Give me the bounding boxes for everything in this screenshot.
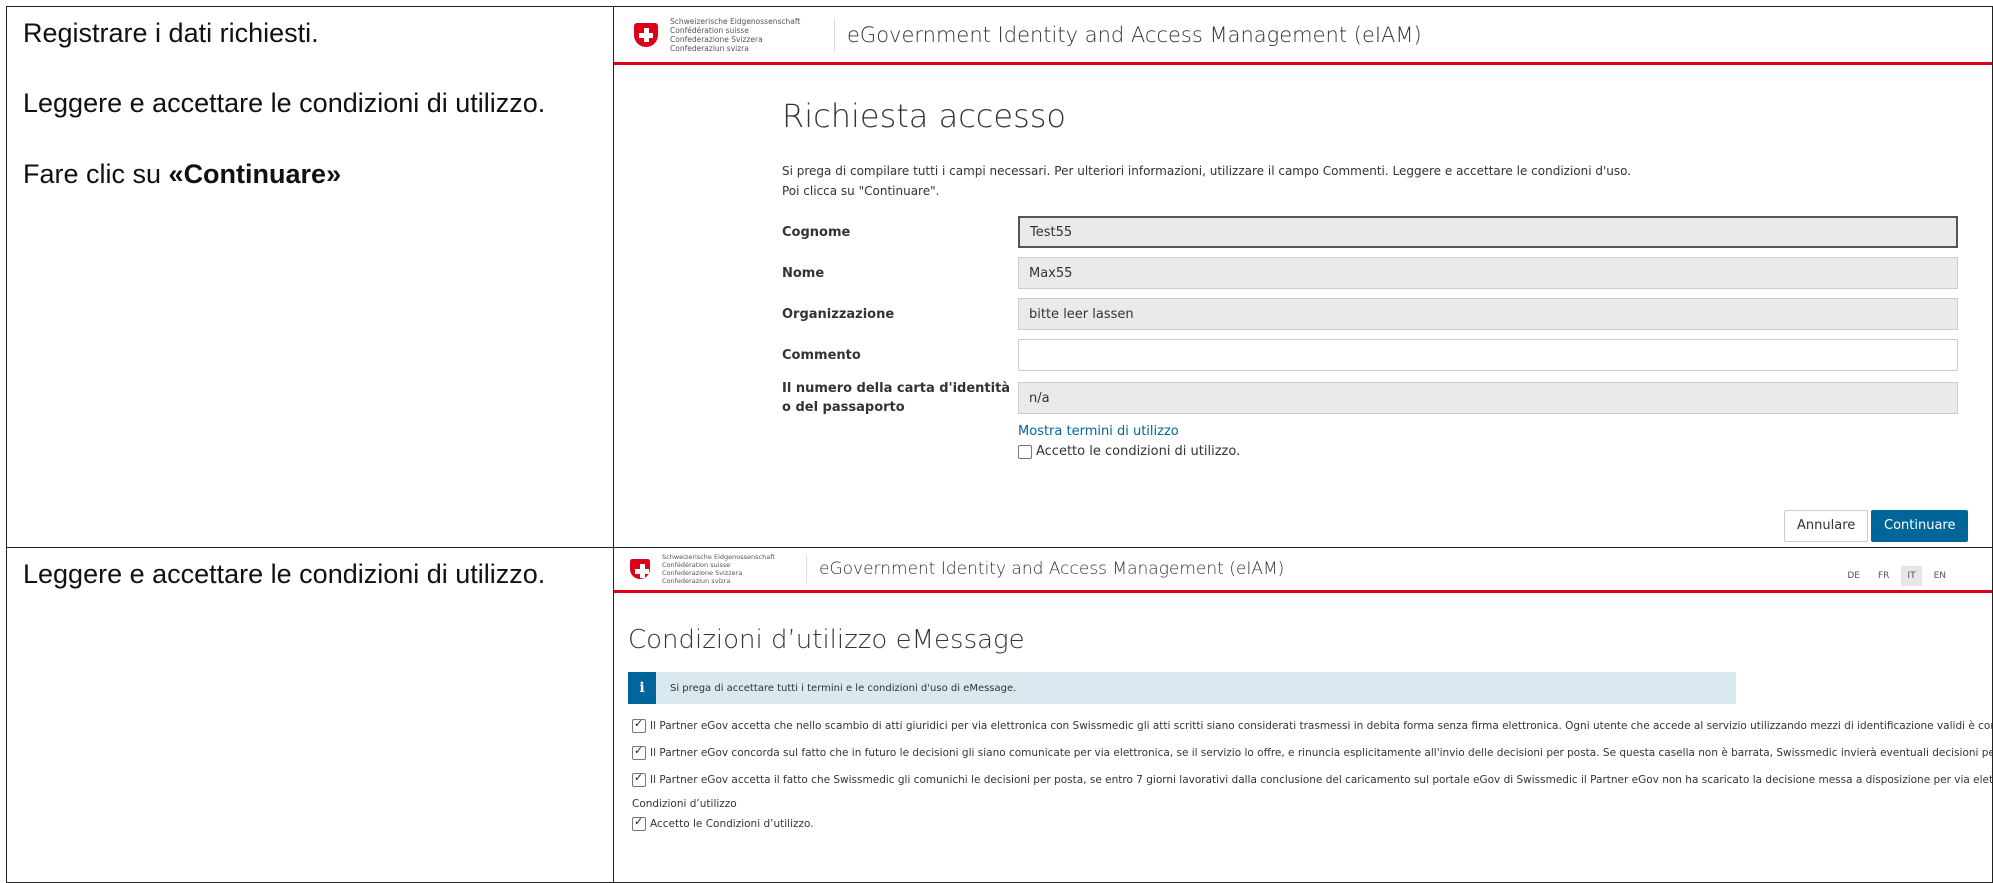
id-number-label: Il numero della carta d'identità o del p… — [782, 381, 1011, 415]
field-row-organization: Organizzazione bitte leer lassen — [782, 297, 1982, 331]
eiam-header: Schweizerische Eidgenossenschaft Confédé… — [614, 8, 1992, 65]
firstname-label: Nome — [782, 265, 825, 281]
cancel-button[interactable]: Annulare — [1784, 510, 1869, 542]
continue-button[interactable]: Continuare — [1871, 510, 1969, 542]
lang-de[interactable]: DE — [1841, 566, 1866, 586]
terms-section: Mostra termini di utilizzo Accetto le co… — [1018, 424, 1982, 459]
screenshot-cell-access-request: Schweizerische Eidgenossenschaft Confédé… — [613, 6, 1993, 548]
app-title: eGovernment Identity and Access Manageme… — [819, 559, 1285, 579]
instruction-cell-2: Leggere e accettare le condizioni di uti… — [6, 547, 614, 883]
header-divider — [806, 555, 807, 583]
surname-input[interactable]: Test55 — [1018, 216, 1958, 248]
info-text: Si prega di accettare tutti i termini e … — [670, 682, 1017, 694]
firstname-input[interactable]: Max55 — [1018, 257, 1958, 289]
organization-input[interactable]: bitte leer lassen — [1018, 298, 1958, 330]
instruction-text: Fare clic su «Continuare» — [23, 158, 342, 189]
info-banner: i Si prega di accettare tutti i termini … — [628, 672, 1736, 704]
accept-terms-row: Accetto le Condizioni d’utilizzo. — [632, 815, 814, 831]
info-icon: i — [628, 672, 656, 704]
condition-item: Il Partner eGov accetta il fatto che Swi… — [632, 771, 1992, 787]
field-row-id-number: Il numero della carta d'identità o del p… — [782, 379, 1982, 417]
id-number-input[interactable]: n/a — [1018, 382, 1958, 414]
field-row-firstname: Nome Max55 — [782, 256, 1982, 290]
access-request-form: Richiesta accesso Si prega di compilare … — [782, 97, 1982, 459]
instruction-cell-1: Registrare i dati richiesti. Leggere e a… — [6, 6, 614, 548]
terms-link[interactable]: Condizioni d’utilizzo — [632, 798, 737, 810]
instruction-text: Leggere e accettare le condizioni di uti… — [23, 88, 546, 119]
accept-terms-checkbox[interactable] — [632, 815, 646, 831]
condition-checkbox[interactable] — [632, 744, 646, 760]
page-title: Richiesta accesso — [782, 97, 1066, 135]
accept-terms-label: Accetto le Condizioni d’utilizzo. — [650, 818, 814, 830]
instruction-text: Registrare i dati richiesti. — [23, 18, 319, 48]
lang-fr[interactable]: FR — [1872, 566, 1895, 586]
swiss-flag-icon — [634, 22, 658, 47]
swiss-flag-icon — [630, 559, 650, 579]
lang-en[interactable]: EN — [1928, 566, 1952, 586]
form-intro: Si prega di compilare tutti i campi nece… — [782, 164, 1632, 198]
confederation-logo-text: Schweizerische Eidgenossenschaft Confédé… — [670, 16, 801, 53]
comment-input[interactable] — [1018, 339, 1958, 371]
lang-it[interactable]: IT — [1901, 566, 1922, 586]
comment-label: Commento — [782, 347, 861, 363]
condition-checkbox[interactable] — [632, 717, 646, 733]
condition-item: Il Partner eGov accetta che nello scambi… — [632, 717, 1992, 733]
header-divider — [834, 17, 835, 52]
instruction-bold: «Continuare» — [168, 158, 342, 189]
condition-checkbox[interactable] — [632, 771, 646, 787]
accept-terms-checkbox[interactable] — [1018, 444, 1032, 459]
surname-label: Cognome — [782, 224, 851, 240]
confederation-logo-text: Schweizerische Eidgenossenschaft Confédé… — [662, 553, 775, 585]
access-request-page: Schweizerische Eidgenossenschaft Confédé… — [614, 8, 1992, 547]
page-title: Condizioni d’utilizzo eMessage — [628, 625, 1025, 655]
field-row-comment: Commento — [782, 338, 1982, 372]
instruction-text: Leggere e accettare le condizioni di uti… — [23, 559, 546, 589]
language-switcher: DE FR IT EN — [1841, 566, 1952, 586]
organization-label: Organizzazione — [782, 306, 895, 322]
eiam-header: Schweizerische Eidgenossenschaft Confédé… — [614, 549, 1992, 593]
terms-page: Schweizerische Eidgenossenschaft Confédé… — [614, 549, 1992, 882]
screenshot-cell-terms: Schweizerische Eidgenossenschaft Confédé… — [613, 547, 1993, 883]
app-title: eGovernment Identity and Access Manageme… — [847, 22, 1422, 47]
accept-terms-row: Accetto le condizioni di utilizzo. — [1018, 444, 1982, 459]
field-row-surname: Cognome Test55 — [782, 215, 1982, 249]
condition-item: Il Partner eGov concorda sul fatto che i… — [632, 744, 1992, 760]
show-terms-link[interactable]: Mostra termini di utilizzo — [1018, 424, 1982, 439]
accept-terms-label: Accetto le condizioni di utilizzo. — [1036, 444, 1241, 459]
